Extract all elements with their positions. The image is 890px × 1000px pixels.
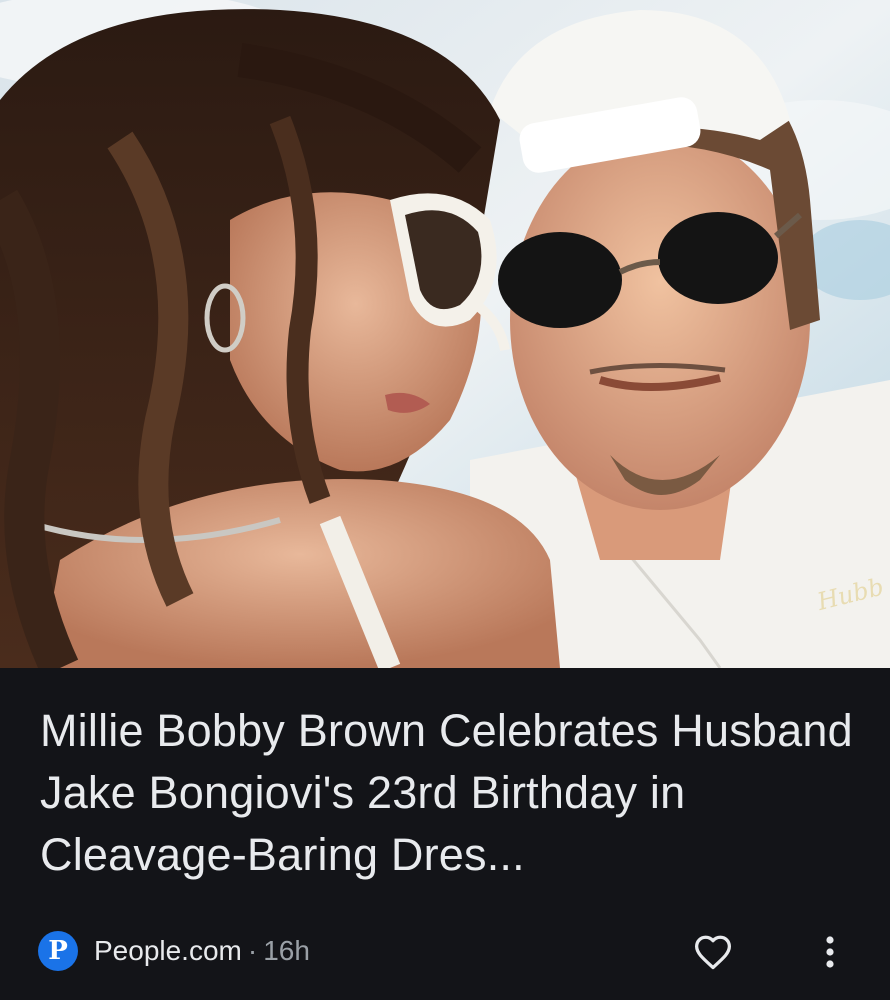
publisher-logo-letter: P [48,936,68,966]
meta-separator: · [247,935,258,966]
article-source: P People.com · 16h [38,930,310,972]
heart-outline-icon [695,935,731,970]
article-photo: Hubb [0,0,890,668]
like-button[interactable] [690,930,736,974]
article-image[interactable]: Hubb [0,0,890,668]
publisher-logo-icon: P [38,931,78,971]
publisher-name: People.com [94,935,242,966]
more-options-button[interactable] [812,930,848,974]
article-headline[interactable]: Millie Bobby Brown Celebrates Husband Ja… [40,700,860,886]
news-card[interactable]: Hubb Millie Bobby Brown Celebrates Husba… [0,0,890,1000]
article-age: 16h [263,935,310,966]
more-vert-icon [826,936,834,968]
